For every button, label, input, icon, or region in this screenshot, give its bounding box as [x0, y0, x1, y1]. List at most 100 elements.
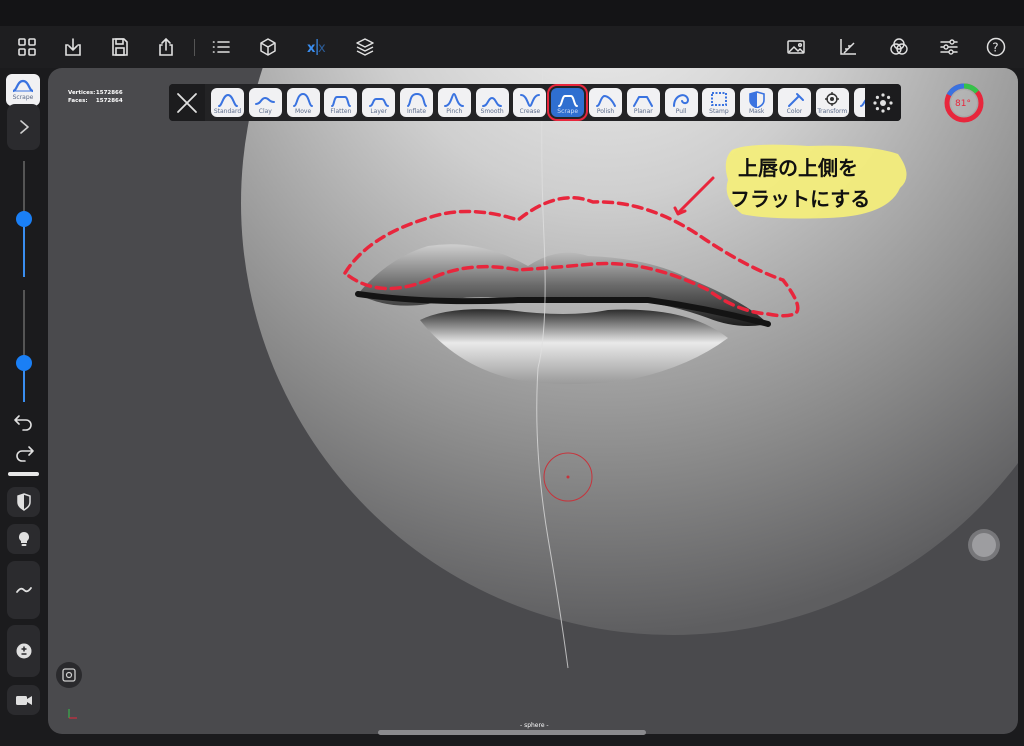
brush-label: Flatten [330, 108, 352, 115]
brush-stamp[interactable]: Stamp [702, 88, 736, 117]
brush-toolbar: Standard Clay Move Flatten Layer Inflate Pinch… [169, 84, 901, 121]
brush-settings-button[interactable] [865, 84, 901, 121]
light-button[interactable] [7, 524, 40, 554]
brush-standard[interactable]: Standard [211, 88, 244, 117]
faces-label: Faces: [68, 98, 88, 104]
expand-panel-button[interactable] [7, 104, 40, 150]
quick-action-button[interactable] [968, 529, 1000, 561]
redo-icon[interactable] [11, 443, 37, 463]
brush-pull[interactable]: Pull [664, 88, 698, 117]
help-icon[interactable]: ? [983, 34, 1009, 60]
image-icon[interactable] [783, 34, 809, 60]
brush-label: Scrape [557, 108, 579, 115]
sub-toggle-button[interactable] [7, 625, 40, 677]
brush-label: Clay [258, 108, 272, 115]
brush-pinch[interactable]: Pinch [437, 88, 471, 117]
brush-smooth-icon [482, 97, 503, 107]
status-bar [0, 0, 1024, 26]
brush-cursor-center [566, 475, 570, 479]
brush-label: Mask [748, 108, 765, 115]
brush-label: Polish [596, 108, 615, 115]
current-tool-button[interactable]: Scrape [6, 74, 40, 106]
axis-indicator [68, 709, 77, 719]
brush-label: Standard [213, 108, 242, 115]
brush-mask-icon [748, 91, 765, 108]
brush-label: Pull [675, 108, 687, 115]
sliders-icon[interactable] [936, 34, 962, 60]
brush-polish-icon [595, 95, 616, 107]
annotation-line-1: 上唇の上側を [738, 156, 858, 180]
brush-scrape-icon [557, 95, 578, 107]
intensity-slider-thumb[interactable] [16, 354, 32, 371]
brush-planar[interactable]: Planar [626, 88, 660, 117]
brush-layer-icon [368, 98, 389, 107]
scene-name: - sphere - [520, 722, 549, 729]
chevron-right-icon [19, 120, 29, 134]
brush-layer[interactable]: Layer [362, 88, 396, 117]
top-toolbar: xx ? [0, 26, 1024, 68]
mesh-stats: Vertices: 1572866 Faces: 1572864 [68, 89, 123, 105]
layers-icon[interactable] [352, 34, 378, 60]
annotation-line-2: フラットにする [730, 187, 870, 211]
gauge-value: 81° [955, 99, 971, 109]
save-icon[interactable] [107, 34, 133, 60]
vertices-count: 1572866 [95, 90, 123, 96]
import-icon[interactable] [60, 34, 86, 60]
brush-pull-icon [673, 94, 690, 107]
vertices-label: Vertices: [68, 90, 96, 96]
brush-label: Stamp [709, 108, 729, 115]
brush-transform[interactable]: Transform [815, 88, 849, 117]
shield-icon [16, 493, 31, 511]
svg-text:x: x [318, 41, 326, 56]
camera-button[interactable] [7, 685, 40, 715]
list-icon[interactable] [208, 34, 234, 60]
brush-flatten-icon [330, 96, 351, 107]
brush-planar-icon [633, 96, 654, 107]
brush-flatten[interactable]: Flatten [324, 88, 358, 117]
brush-label: Transform [817, 108, 848, 115]
toolbar-divider [194, 39, 195, 56]
faces-count: 1572864 [95, 98, 123, 104]
brush-crease[interactable]: Crease [513, 88, 547, 117]
mask-button[interactable] [7, 487, 40, 517]
3d-viewport[interactable]: 上唇の上側を フラットにする 81° - sphere - Vertices: … [48, 68, 1018, 734]
brush-label: Move [295, 108, 312, 115]
brush-color[interactable]: Color [778, 88, 811, 117]
brush-label: Layer [370, 108, 388, 115]
ruler-icon[interactable] [835, 34, 861, 60]
brush-mask[interactable]: Mask [740, 88, 774, 117]
sculpt-scene: 上唇の上側を フラットにする 81° - sphere - [56, 68, 1018, 729]
brush-standard-icon [217, 94, 238, 107]
video-camera-icon [15, 696, 32, 705]
brush-clay-icon [255, 97, 276, 105]
cube-icon[interactable] [255, 34, 281, 60]
brush-inflate-icon [406, 93, 427, 107]
brush-scrape[interactable]: Scrape [547, 84, 589, 121]
undo-icon[interactable] [11, 412, 37, 432]
brush-crease-icon [519, 94, 540, 107]
brush-clay[interactable]: Clay [248, 88, 282, 117]
brush-move[interactable]: Move [286, 88, 320, 117]
frame-icon[interactable] [56, 662, 82, 688]
brush-polish[interactable]: Polish [589, 88, 622, 117]
materials-icon[interactable] [886, 34, 912, 60]
radius-slider-fill [23, 219, 25, 277]
brush-label: Color [786, 108, 803, 115]
radius-slider-thumb[interactable] [16, 211, 32, 227]
lightbulb-icon [18, 532, 29, 546]
stroke-wave-icon [15, 587, 32, 593]
home-indicator [378, 730, 646, 735]
orientation-gauge: 81° [944, 83, 984, 123]
plus-minus-icon [16, 643, 31, 659]
stroke-button[interactable] [7, 561, 40, 619]
brush-smooth[interactable]: Smooth [475, 88, 509, 117]
brush-menu-button[interactable] [169, 84, 205, 121]
grid-icon[interactable] [14, 34, 40, 60]
brush-inflate[interactable]: Inflate [400, 88, 433, 117]
brush-settings-icon [873, 92, 893, 113]
brush-toggle-icon [177, 92, 197, 113]
share-icon[interactable] [153, 34, 179, 60]
brush-label: Pinch [446, 108, 463, 115]
current-tool-label: Scrape [12, 94, 34, 101]
symmetry-icon[interactable]: xx [304, 34, 330, 60]
